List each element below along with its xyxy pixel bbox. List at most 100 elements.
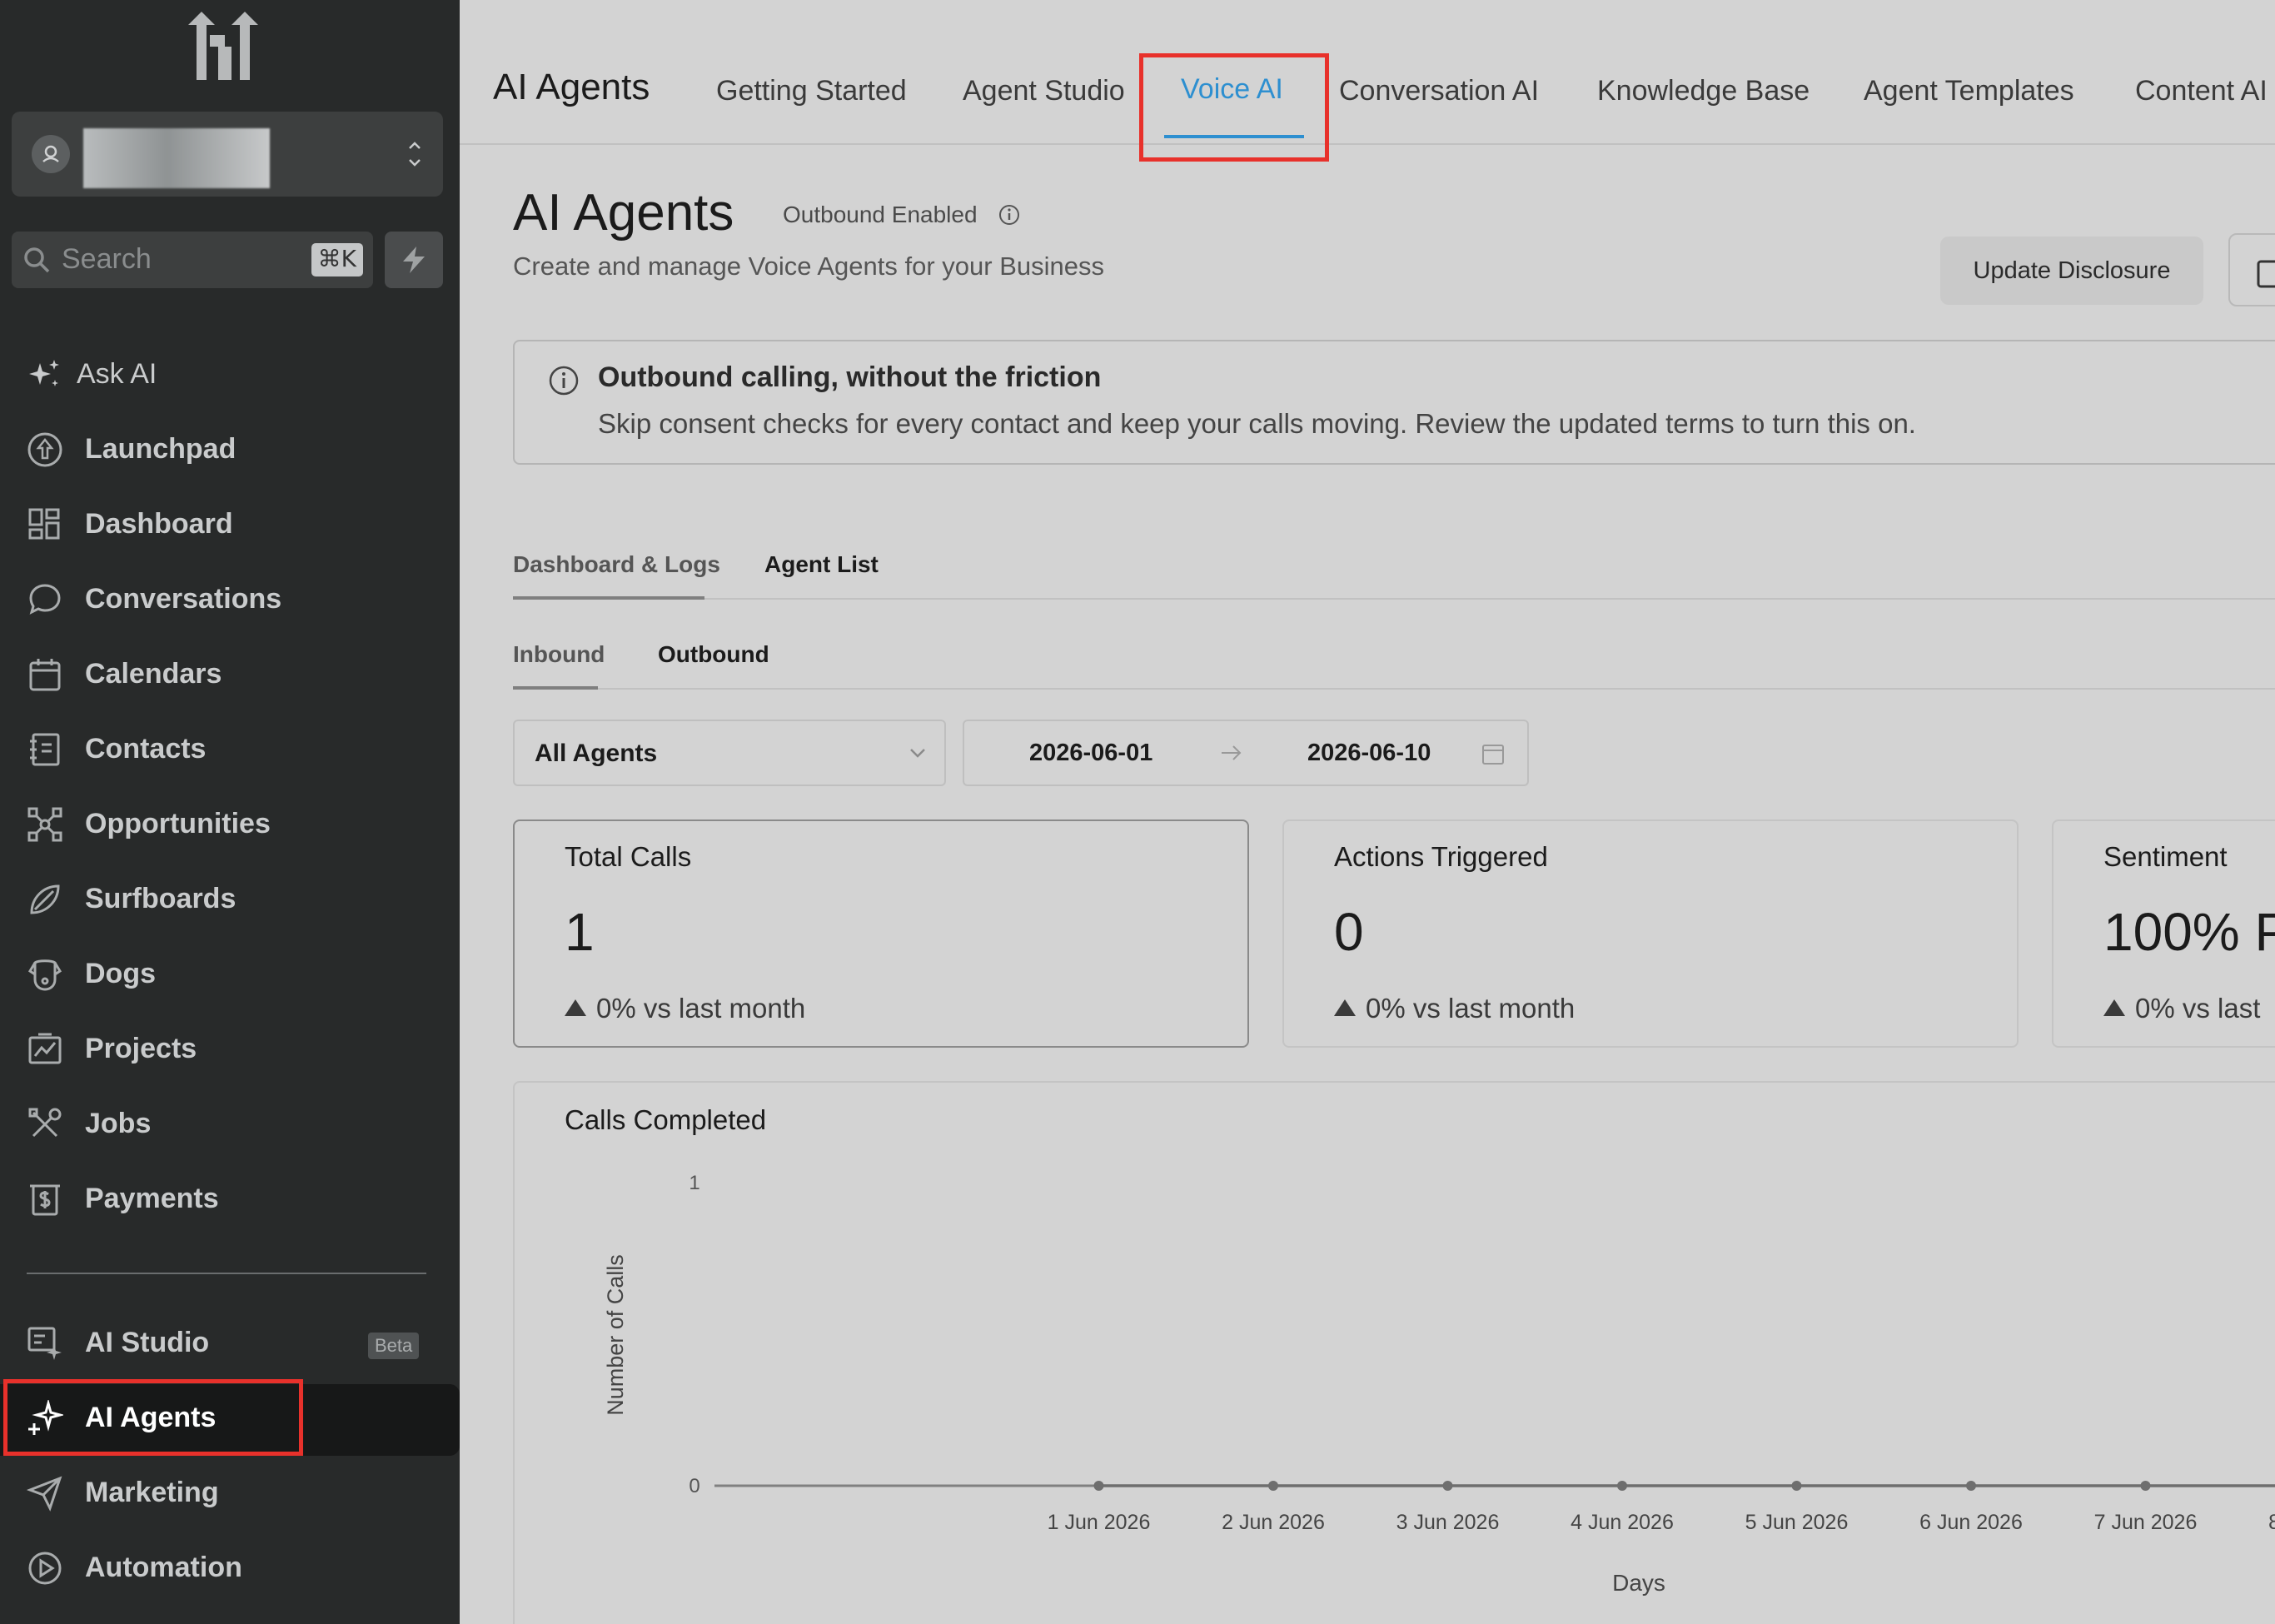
- more-actions-button[interactable]: [2228, 233, 2275, 306]
- chevron-updown-icon: [409, 142, 421, 167]
- trend-up-icon: [565, 999, 586, 1016]
- stat-delta-text: 0% vs last: [2135, 993, 2261, 1024]
- sidebar-item-opportunities[interactable]: Opportunities: [0, 791, 460, 858]
- sidebar-item-label: Opportunities: [85, 808, 271, 839]
- payments-icon: [30, 1184, 60, 1216]
- x-tick-label: 2 Jun 2026: [1222, 1511, 1325, 1534]
- date-start[interactable]: 2026-06-01: [1029, 740, 1152, 767]
- x-tick-label: 3 Jun 2026: [1396, 1511, 1500, 1534]
- sidebar-item-label: AI Agents: [85, 1402, 217, 1433]
- tab-conversation-ai[interactable]: Conversation AI: [1339, 75, 1539, 107]
- sidebar-item-ai-agents[interactable]: AI Agents: [0, 1385, 460, 1452]
- update-disclosure-button[interactable]: Update Disclosure: [1940, 237, 2203, 305]
- beta-badge: Beta: [368, 1333, 420, 1359]
- location-icon: [32, 135, 70, 173]
- stat-title: Actions Triggered: [1334, 841, 1548, 872]
- tab-agent-templates[interactable]: Agent Templates: [1864, 75, 2074, 107]
- y-axis-label: Number of Calls: [603, 1254, 628, 1416]
- tab-voice-ai[interactable]: Voice AI: [1181, 73, 1283, 106]
- data-point: [1093, 1481, 1104, 1491]
- calendar-icon: [1482, 745, 1504, 765]
- window-icon: [2257, 260, 2275, 288]
- sidebar-item-ask-ai[interactable]: Ask AI: [0, 341, 460, 408]
- data-point: [1268, 1481, 1278, 1491]
- tab-dashboard-logs[interactable]: Dashboard & Logs: [513, 551, 720, 578]
- sidebar-item-label: Launchpad: [85, 433, 236, 465]
- data-point: [1617, 1481, 1627, 1491]
- active-subtab-underline: [513, 596, 704, 600]
- quick-actions-button[interactable]: [385, 232, 443, 288]
- chevron-down-icon: [910, 749, 925, 758]
- trend-up-icon: [1334, 999, 1356, 1016]
- sidebar-item-contacts[interactable]: Contacts: [0, 716, 460, 783]
- sidebar-item-launchpad[interactable]: Launchpad: [0, 416, 460, 483]
- search-icon: [24, 247, 50, 273]
- sparkle-icon: [29, 360, 59, 386]
- sidebar-item-label: Dashboard: [85, 508, 233, 540]
- send-icon: [27, 1476, 62, 1512]
- sidebar-item-label: Automation: [85, 1552, 242, 1583]
- trend-up-icon: [2103, 999, 2125, 1016]
- x-tick-label: 8 Jun 2026: [2268, 1511, 2275, 1534]
- banner-text: Skip consent checks for every contact an…: [598, 408, 1916, 439]
- app-section-title: AI Agents: [493, 67, 650, 107]
- calls-completed-chart: Calls Completed 1 0 Number of Calls 1 Jun 2…: [513, 1081, 2275, 1624]
- sidebar-item-dashboard[interactable]: Dashboard: [0, 491, 460, 558]
- brand-logo-icon: [188, 12, 258, 80]
- y-tick-label: 0: [689, 1475, 699, 1497]
- opportunities-icon: [27, 807, 62, 842]
- stat-card-total-calls[interactable]: Total Calls 1 0% vs last month: [513, 819, 1249, 1048]
- stat-card-actions-triggered[interactable]: Actions Triggered 0 0% vs last month: [1282, 819, 2019, 1048]
- sidebar-item-conversations[interactable]: Conversations: [0, 566, 460, 633]
- sidebar-item-label: Contacts: [85, 733, 207, 765]
- sidebar-item-calendars[interactable]: Calendars: [0, 641, 460, 708]
- launchpad-icon: [27, 432, 62, 467]
- tab-content-ai[interactable]: Content AI: [2135, 75, 2268, 107]
- ai-agents-sparkle-icon: [28, 1400, 63, 1435]
- agent-select-value: All Agents: [535, 740, 658, 767]
- tab-agent-studio[interactable]: Agent Studio: [963, 75, 1125, 107]
- stat-title: Sentiment: [2103, 841, 2228, 872]
- sidebar-item-payments[interactable]: Payments: [0, 1166, 460, 1233]
- tab-inbound[interactable]: Inbound: [513, 641, 605, 668]
- stat-delta: 0% vs last: [2103, 993, 2260, 1024]
- x-axis-label: Days: [1612, 1570, 1665, 1596]
- projects-icon: [28, 1033, 62, 1064]
- date-end[interactable]: 2026-06-10: [1307, 740, 1431, 767]
- sidebar-item-marketing[interactable]: Marketing: [0, 1460, 460, 1527]
- date-range-picker[interactable]: 2026-06-01 2026-06-10: [963, 720, 1529, 786]
- info-icon[interactable]: [998, 203, 1021, 227]
- sidebar-item-label: AI Studio: [85, 1327, 210, 1358]
- sidebar-item-projects[interactable]: Projects: [0, 1016, 460, 1083]
- calendar-icon: [29, 659, 61, 691]
- page-title: AI Agents: [513, 184, 734, 242]
- top-nav: AI Agents Getting Started Agent Studio V…: [460, 0, 2275, 145]
- info-icon: [549, 366, 579, 396]
- sidebar-item-label: Calendars: [85, 658, 222, 690]
- page-subtitle: Create and manage Voice Agents for your …: [513, 252, 1104, 281]
- x-tick-label: 7 Jun 2026: [2094, 1511, 2198, 1534]
- stat-card-sentiment[interactable]: Sentiment 100% P 0% vs last: [2052, 819, 2275, 1048]
- contacts-book-icon: [30, 733, 60, 766]
- x-tick-label: 6 Jun 2026: [1919, 1511, 2023, 1534]
- active-tab-underline: [1164, 135, 1304, 138]
- search-placeholder: Search: [62, 243, 152, 275]
- active-subtab-underline: [513, 686, 598, 690]
- data-point: [1442, 1481, 1453, 1491]
- sidebar-item-jobs[interactable]: Jobs: [0, 1091, 460, 1158]
- search-input[interactable]: Search ⌘K: [12, 232, 373, 288]
- sidebar-item-surfboards[interactable]: Surfboards: [0, 866, 460, 933]
- tab-getting-started[interactable]: Getting Started: [716, 75, 907, 107]
- banner-title: Outbound calling, without the friction: [598, 361, 1102, 393]
- tab-outbound[interactable]: Outbound: [658, 641, 769, 668]
- tab-agent-list[interactable]: Agent List: [764, 551, 879, 578]
- sidebar-item-automation[interactable]: Automation: [0, 1535, 460, 1602]
- tab-knowledge-base[interactable]: Knowledge Base: [1597, 75, 1810, 107]
- account-switcher[interactable]: [12, 112, 443, 197]
- agent-select[interactable]: All Agents: [513, 720, 946, 786]
- automation-icon: [28, 1552, 62, 1585]
- sidebar-item-dogs[interactable]: Dogs: [0, 941, 460, 1008]
- account-name-redacted: [83, 128, 270, 188]
- nav-divider: [27, 1273, 426, 1274]
- x-tick-label: 5 Jun 2026: [1745, 1511, 1849, 1534]
